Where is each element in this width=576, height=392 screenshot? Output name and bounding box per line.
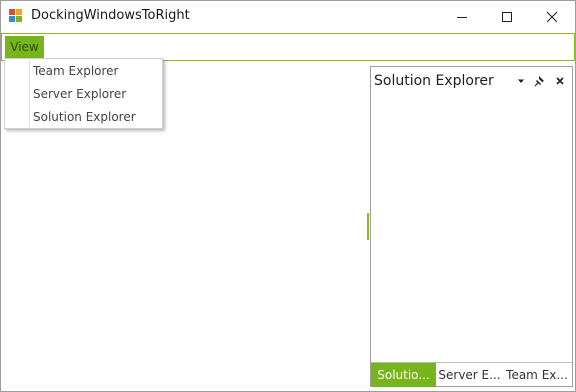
maximize-icon bbox=[502, 11, 512, 22]
panel-title: Solution Explorer bbox=[374, 73, 494, 89]
maximize-button[interactable] bbox=[484, 1, 530, 32]
solution-explorer-panel: Solution Explorer Solutio... Server E...… bbox=[370, 66, 573, 387]
dock-tab-strip: Solutio... Server E... Team Ex... bbox=[371, 362, 572, 387]
menu-item-label: Team Explorer bbox=[33, 64, 119, 78]
tab-team-explorer[interactable]: Team Ex... bbox=[503, 363, 571, 387]
minimize-button[interactable] bbox=[439, 1, 485, 32]
menu-item-label: Solution Explorer bbox=[33, 110, 136, 124]
tab-solution-explorer[interactable]: Solutio... bbox=[371, 363, 436, 387]
dropdown-arrow-icon bbox=[518, 79, 524, 83]
menu-view[interactable]: View bbox=[5, 36, 44, 58]
panel-menu-button[interactable] bbox=[514, 73, 528, 89]
menu-item-label: Server Explorer bbox=[33, 87, 127, 101]
app-icon bbox=[9, 9, 23, 23]
title-bar[interactable]: DockingWindowsToRight bbox=[1, 1, 575, 32]
view-dropdown-menu: Team Explorer Server Explorer Solution E… bbox=[4, 58, 163, 129]
close-icon bbox=[556, 77, 564, 85]
close-icon bbox=[546, 11, 558, 22]
window-title: DockingWindowsToRight bbox=[31, 8, 190, 23]
menu-bar: View bbox=[1, 33, 575, 61]
tab-server-explorer[interactable]: Server E... bbox=[437, 363, 502, 387]
menu-item-team-explorer[interactable]: Team Explorer bbox=[6, 60, 161, 83]
splitter-handle[interactable] bbox=[367, 213, 369, 240]
panel-header[interactable]: Solution Explorer bbox=[371, 67, 572, 95]
pin-icon bbox=[534, 76, 544, 87]
panel-close-button[interactable] bbox=[553, 73, 567, 89]
panel-pin-button[interactable] bbox=[533, 73, 547, 89]
menu-item-server-explorer[interactable]: Server Explorer bbox=[6, 83, 161, 106]
menu-item-solution-explorer[interactable]: Solution Explorer bbox=[6, 106, 161, 129]
close-button[interactable] bbox=[529, 1, 575, 32]
minimize-icon bbox=[457, 16, 467, 18]
